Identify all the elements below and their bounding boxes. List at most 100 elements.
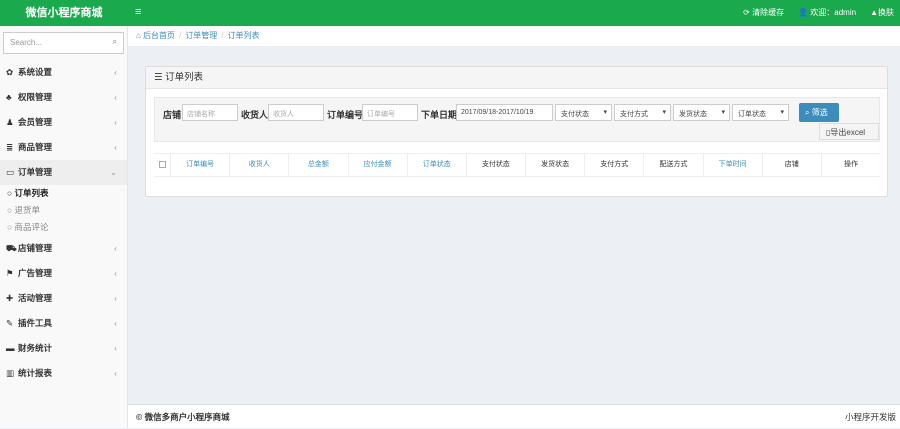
- order-no-input[interactable]: 订单编号: [362, 104, 418, 121]
- user-icon: 👤: [798, 8, 811, 17]
- column-header[interactable]: 应付金额: [347, 154, 407, 176]
- breadcrumb-orders[interactable]: 订单管理: [185, 31, 217, 40]
- chevron-left-icon: ‹: [114, 268, 117, 278]
- chevron-left-icon: ‹: [114, 92, 117, 102]
- column-header: 配送方式: [643, 154, 702, 176]
- copyright: © 微信多商户小程序商城: [136, 412, 230, 422]
- sidebar-subitem[interactable]: ○ 商品评论: [0, 219, 127, 236]
- sidebar-subitem-label: 退货单: [14, 205, 41, 215]
- filter-button[interactable]: ⌕ 筛选: [799, 103, 839, 122]
- clear-cache-link[interactable]: ⟳ 清除缓存: [743, 0, 784, 26]
- sidebar-item[interactable]: ≣ 商品管理 ‹: [0, 135, 127, 160]
- circle-icon: ○: [7, 222, 15, 232]
- panel-title: 订单列表: [165, 72, 204, 83]
- gear-icon: ✿: [6, 67, 14, 77]
- menu-toggle-icon[interactable]: ≡: [135, 6, 141, 18]
- filter-button-label: 筛选: [811, 108, 828, 117]
- user-menu[interactable]: 👤 欢迎：admin: [798, 0, 856, 26]
- search-icon: ⌕: [805, 108, 812, 117]
- sidebar-item-label: 统计报表: [18, 368, 53, 378]
- sidebar-item[interactable]: ✎ 插件工具 ‹: [0, 311, 127, 336]
- sidebar-item[interactable]: ⛟店铺管理 ‹: [0, 236, 127, 261]
- clear-cache-label: 清除缓存: [752, 8, 785, 17]
- sidebar-search-input[interactable]: Search... ⌕: [3, 32, 124, 54]
- welcome-label: 欢迎：admin: [810, 8, 857, 17]
- sidebar-item[interactable]: ▬ 财务统计 ‹: [0, 336, 127, 361]
- filter-bar: 店铺 店铺名称 收货人 收货人 订单编号 订单编号 下单日期 2017/09/1…: [154, 97, 880, 142]
- sidebar-item[interactable]: ▭ 订单管理 ⌄: [0, 160, 127, 185]
- cart-icon: ⛟: [6, 243, 17, 253]
- sidebar-item-label: 插件工具: [18, 318, 53, 328]
- app-logo[interactable]: 微信小程序商城: [0, 0, 128, 26]
- sidebar-item[interactable]: ♟ 会员管理 ‹: [0, 110, 127, 135]
- chevron-left-icon: ‹: [114, 318, 117, 328]
- breadcrumb-home[interactable]: 后台首页: [143, 31, 175, 40]
- pay-method-select[interactable]: 支付方式: [614, 104, 671, 121]
- column-header[interactable]: 总金额: [288, 154, 347, 176]
- column-header: 发货状态: [525, 154, 584, 176]
- search-placeholder: Search...: [10, 38, 43, 47]
- sidebar-subitem-label: 订单列表: [14, 188, 49, 198]
- chevron-left-icon: ‹: [114, 67, 117, 77]
- list-icon: ≣: [6, 142, 14, 152]
- receiver-label: 收货人: [241, 110, 269, 120]
- tint-icon: ▲: [870, 8, 878, 17]
- sidebar-item[interactable]: ⚑ 广告管理 ‹: [0, 261, 127, 286]
- sidebar-subitem-label: 商品评论: [14, 222, 49, 232]
- circle-icon: ○: [7, 205, 15, 215]
- breadcrumb-current: 订单列表: [227, 31, 260, 40]
- column-header: 操作: [820, 154, 880, 176]
- money-icon: ▭: [6, 167, 15, 177]
- sidebar-subitem[interactable]: ○ 订单列表: [0, 185, 127, 202]
- shop-label: 店铺: [163, 110, 182, 120]
- chevron-left-icon: ‹: [114, 117, 117, 127]
- order-list-panel: ☰ 订单列表 店铺 店铺名称 收货人 收货人 订单编号 订单编号 下单日期 20…: [145, 66, 888, 197]
- home-icon: ⌂: [136, 31, 144, 40]
- chart-icon: ▥: [6, 368, 15, 378]
- pay-status-select[interactable]: 支付状态: [555, 104, 612, 121]
- chevron-left-icon: ‹: [114, 243, 117, 253]
- shop-input[interactable]: 店铺名称: [182, 104, 238, 121]
- chevron-left-icon: ‹: [114, 343, 117, 353]
- column-header: 支付方式: [584, 154, 643, 176]
- top-navbar: 微信小程序商城 ≡ ⟳ 清除缓存 👤 欢迎：admin ▲换肤: [0, 0, 900, 26]
- chevron-left-icon: ‹: [114, 293, 117, 303]
- date-label: 下单日期: [421, 110, 458, 120]
- sidebar-item-label: 系统设置: [18, 67, 53, 77]
- order-table-header: 订单编号 收货人 总金额 应付金额 订单状态 支付状态 发货状态 支付方式 配送方式 下单时间 店铺…: [154, 153, 880, 177]
- sidebar-item-label: 商品管理: [18, 142, 53, 152]
- sidebar-item-label: 订单管理: [18, 167, 53, 177]
- sitemap-icon: ♣: [6, 92, 12, 102]
- chevron-left-icon: ‹: [114, 142, 117, 152]
- plus-icon: ✚: [6, 293, 14, 303]
- card-icon: ▬: [6, 343, 15, 353]
- export-label: 导出excel: [830, 128, 866, 137]
- sidebar-item-label: 会员管理: [18, 117, 53, 127]
- receiver-input[interactable]: 收货人: [268, 104, 324, 121]
- order-status-select[interactable]: 订单状态: [732, 104, 789, 121]
- date-range-input[interactable]: 2017/09/18-2017/10/19: [456, 104, 553, 121]
- refresh-icon: ⟳: [743, 8, 753, 17]
- footer: © 微信多商户小程序商城 小程序开发版: [128, 404, 900, 428]
- list-icon: ☰: [154, 72, 166, 83]
- skin-link[interactable]: ▲换肤: [870, 0, 894, 26]
- column-header[interactable]: 订单编号: [170, 154, 229, 176]
- flag-icon: ⚑: [6, 268, 14, 278]
- chevron-left-icon: ‹: [114, 368, 117, 378]
- sidebar-item[interactable]: ♣ 权限管理 ‹: [0, 85, 127, 110]
- column-header[interactable]: 收货人: [229, 154, 288, 176]
- column-header[interactable]: 订单状态: [406, 154, 466, 176]
- search-icon[interactable]: ⌕: [113, 37, 117, 47]
- ship-status-select[interactable]: 发货状态: [673, 104, 730, 121]
- export-excel-button[interactable]: ▯导出excel: [819, 123, 879, 140]
- sidebar-subitem[interactable]: ○ 退货单: [0, 202, 127, 219]
- sidebar-item[interactable]: ✚ 活动管理 ‹: [0, 286, 127, 311]
- column-header[interactable]: 下单时间: [702, 154, 762, 176]
- skin-label: 换肤: [878, 8, 894, 17]
- sidebar-item-label: 财务统计: [18, 343, 53, 353]
- sidebar-item[interactable]: ✿ 系统设置 ‹: [0, 60, 127, 85]
- sidebar-item[interactable]: ▥ 统计报表 ‹: [0, 361, 127, 386]
- select-all-checkbox[interactable]: [158, 160, 166, 168]
- wrench-icon: ✎: [6, 318, 14, 328]
- sidebar-item-label: 权限管理: [18, 92, 53, 102]
